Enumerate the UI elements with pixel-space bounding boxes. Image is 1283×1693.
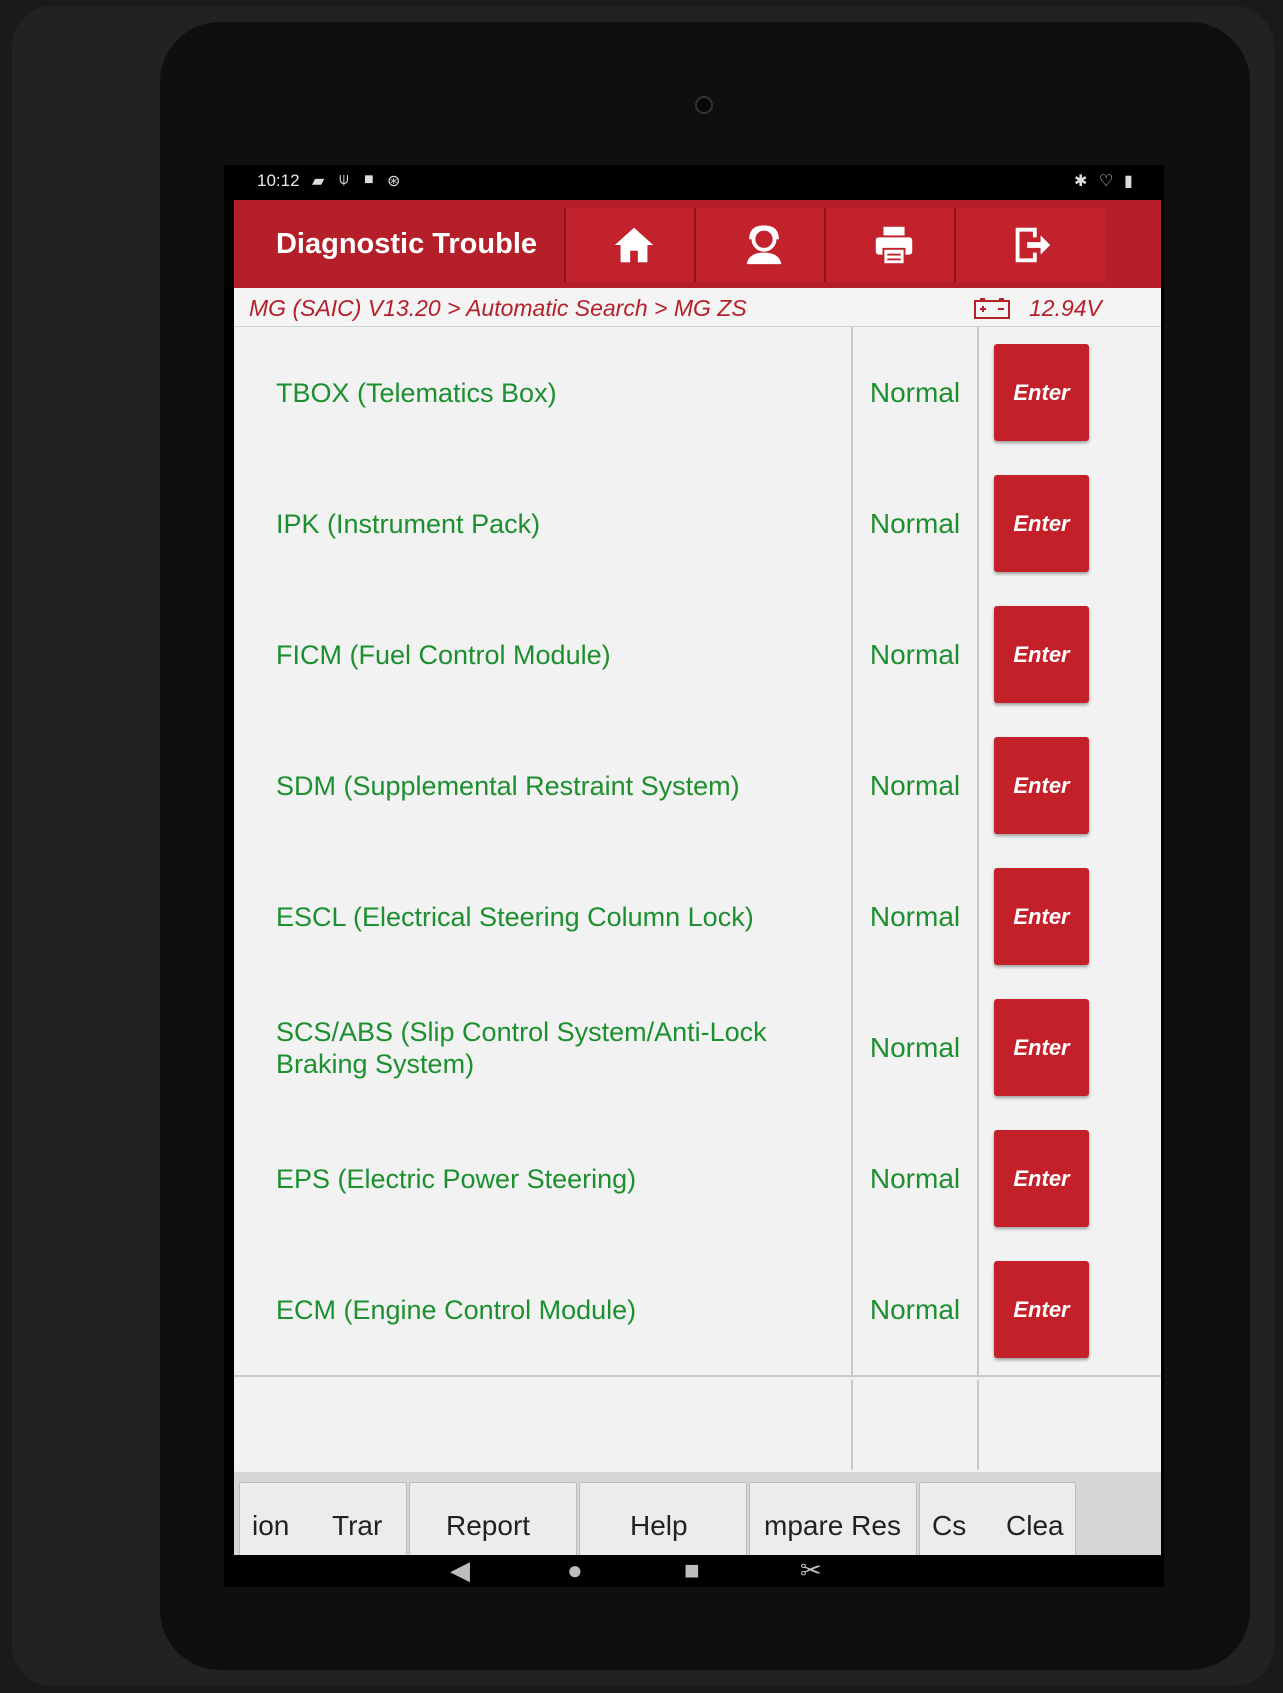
column-divider: [977, 720, 979, 851]
button-label: Cs: [932, 1510, 967, 1541]
usb-icon: ⍦: [339, 171, 349, 188]
support-agent-icon: [746, 225, 782, 265]
button-label: Trar: [332, 1510, 383, 1541]
system-name: ESCL (Electrical Steering Column Lock): [276, 901, 754, 932]
front-camera: [695, 96, 713, 114]
system-status: Normal: [869, 769, 961, 801]
button-label: Report: [446, 1510, 531, 1541]
system-row: ECM (Engine Control Module) Normal Enter: [234, 1244, 1161, 1377]
exit-icon: [1015, 227, 1051, 263]
system-row: FICM (Fuel Control Module) Normal Enter: [234, 589, 1161, 722]
system-status: Normal: [869, 376, 961, 408]
battery-voltage: 12.94V: [1029, 295, 1102, 321]
system-name: TBOX (Telematics Box): [276, 377, 557, 408]
column-divider: [977, 982, 979, 1113]
tablet-screen: 10:12 ▰ ⍦ ■ ⊛ ✱ ♡ ▮ Diagnostic Trouble M…: [224, 165, 1164, 1587]
system-row: SCS/ABS (Slip Control System/Anti-Lock B…: [234, 982, 1161, 1115]
system-status: Normal: [869, 1031, 961, 1063]
enter-button[interactable]: Enter: [994, 475, 1089, 572]
enter-button[interactable]: Enter: [994, 1130, 1089, 1227]
column-divider: [977, 1380, 979, 1470]
column-divider: [977, 851, 979, 982]
exit-button[interactable]: [954, 208, 1106, 282]
system-status: Normal: [869, 1293, 961, 1325]
column-divider: [977, 1244, 979, 1375]
button-label: Help: [630, 1510, 688, 1541]
back-icon[interactable]: ◀: [450, 1555, 470, 1586]
recents-icon[interactable]: ■: [684, 1555, 700, 1586]
car-battery-icon: [974, 298, 1010, 319]
column-divider: [977, 327, 979, 458]
android-nav-bar: ◀ ● ■ ✂: [224, 1555, 1164, 1587]
status-time: 10:12: [257, 171, 300, 190]
printer-icon: [875, 226, 913, 266]
system-status: Normal: [869, 900, 961, 932]
button-label: mpare Res: [764, 1510, 901, 1541]
system-name: EPS (Electric Power Steering): [276, 1163, 637, 1194]
bluetooth-icon: ✱: [1074, 173, 1088, 190]
breadcrumb: MG (SAIC) V13.20 > Automatic Search > MG…: [234, 288, 1161, 327]
breadcrumb-path: MG (SAIC) V13.20 > Automatic Search > MG…: [249, 295, 747, 321]
android-status-bar: 10:12 ▰ ⍦ ■ ⊛ ✱ ♡ ▮: [224, 165, 1164, 203]
system-row: EPS (Electric Power Steering) Normal Ent…: [234, 1113, 1161, 1246]
system-status: Normal: [869, 507, 961, 539]
top-toolbar: Diagnostic Trouble: [234, 200, 1161, 288]
system-list: TBOX (Telematics Box) Normal Enter IPK (…: [234, 327, 1161, 1472]
system-row: IPK (Instrument Pack) Normal Enter: [234, 458, 1161, 591]
system-name: SDM (Supplemental Restraint System): [276, 770, 740, 801]
page-title: Diagnostic Trouble: [275, 227, 538, 260]
column-divider: [977, 458, 979, 589]
system-row: TBOX (Telematics Box) Normal Enter: [234, 327, 1161, 460]
system-row: ESCL (Electrical Steering Column Lock) N…: [234, 851, 1161, 984]
column-divider: [977, 1113, 979, 1244]
home-icon: [614, 227, 654, 263]
enter-button[interactable]: Enter: [994, 737, 1089, 834]
system-row-partial: [234, 1380, 1161, 1470]
system-row: SDM (Supplemental Restraint System) Norm…: [234, 720, 1161, 853]
system-name: ECM (Engine Control Module): [276, 1294, 637, 1325]
button-label: Clea: [1006, 1510, 1064, 1541]
enter-button[interactable]: Enter: [994, 344, 1089, 441]
system-status: Normal: [869, 1162, 961, 1194]
system-name: IPK (Instrument Pack): [276, 508, 541, 539]
enter-button[interactable]: Enter: [994, 868, 1089, 965]
enter-button[interactable]: Enter: [994, 606, 1089, 703]
battery-status-icon: ▮: [1124, 173, 1133, 190]
system-status: Normal: [869, 638, 961, 670]
print-button[interactable]: [824, 208, 962, 282]
home-button[interactable]: [564, 208, 702, 282]
screenshot-icon[interactable]: ✂: [800, 1555, 822, 1586]
enter-button[interactable]: Enter: [994, 1261, 1089, 1358]
image-icon: ■: [364, 171, 374, 188]
support-button[interactable]: [694, 208, 832, 282]
system-name: FICM (Fuel Control Module): [276, 639, 611, 670]
notification-icon: ▰: [312, 173, 325, 190]
system-name: SCS/ABS (Slip Control System/Anti-Lock B…: [276, 1016, 767, 1079]
sync-icon: ⊛: [387, 173, 401, 190]
diagnostic-app: Diagnostic Trouble MG (SAIC) V13.20 > Au…: [234, 200, 1161, 1587]
column-divider: [851, 1380, 853, 1470]
wifi-icon: ♡: [1099, 173, 1114, 190]
enter-button[interactable]: Enter: [994, 999, 1089, 1096]
column-divider: [977, 589, 979, 720]
home-nav-icon[interactable]: ●: [567, 1555, 583, 1586]
button-label: ion: [252, 1510, 290, 1541]
